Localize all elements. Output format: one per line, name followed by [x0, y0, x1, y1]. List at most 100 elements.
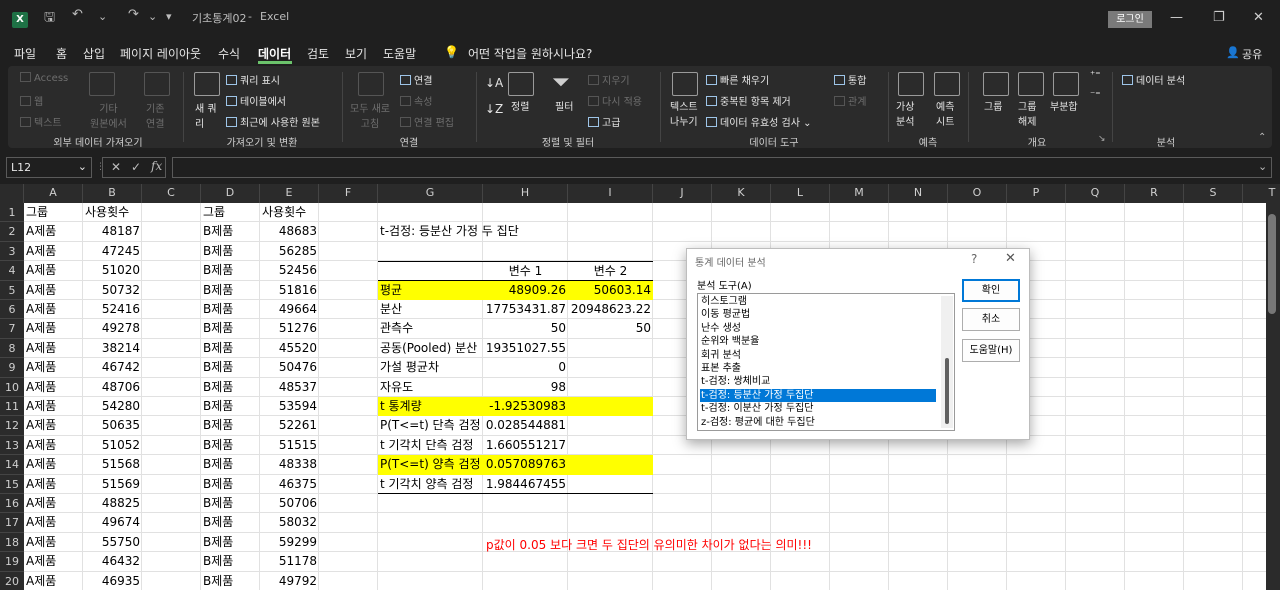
remove-duplicates-button[interactable]: 중복된 항목 제거	[706, 93, 791, 108]
tab-data[interactable]: 데이터	[258, 45, 291, 62]
cell[interactable]	[1184, 494, 1243, 514]
header-group-a[interactable]: 그룹	[24, 203, 83, 222]
cell[interactable]	[1066, 203, 1125, 223]
cell[interactable]	[319, 552, 378, 572]
ttest-row-var2[interactable]	[568, 475, 653, 494]
cell[interactable]	[568, 513, 653, 533]
group-b-label[interactable]: B제품	[201, 475, 260, 494]
edit-links-button[interactable]: 연결 편집	[400, 114, 454, 129]
ttest-row-label[interactable]: t 기각치 단측 검정	[378, 436, 483, 455]
cell[interactable]	[378, 571, 483, 590]
cell[interactable]	[142, 280, 201, 300]
ttest-row-var2[interactable]: 20948623.22	[568, 300, 653, 319]
cell[interactable]	[483, 513, 568, 533]
analysis-tool-item[interactable]: 회귀 분석	[700, 349, 936, 362]
cell[interactable]	[1125, 552, 1184, 572]
cell[interactable]	[319, 455, 378, 475]
show-detail-icon[interactable]: ⁺⁼	[1090, 70, 1101, 81]
group-b-label[interactable]: B제품	[201, 339, 260, 358]
cell[interactable]	[142, 222, 201, 242]
row-header-4[interactable]: 4	[0, 261, 24, 281]
cell[interactable]	[568, 571, 653, 590]
ttest-row-label[interactable]: t 통계량	[378, 397, 483, 417]
connections-button[interactable]: 연결	[400, 72, 432, 87]
cell[interactable]	[319, 532, 378, 553]
cell[interactable]	[771, 222, 830, 242]
analysis-tool-item[interactable]: t-검정: 쌍체비교	[700, 375, 936, 388]
column-header-h[interactable]: H	[483, 184, 568, 203]
cell[interactable]	[1007, 571, 1066, 590]
cell[interactable]	[319, 397, 378, 417]
ttest-row-label[interactable]: 공동(Pooled) 분산	[378, 339, 483, 358]
web-button[interactable]: 웹	[20, 93, 43, 108]
row-header-19[interactable]: 19	[0, 552, 24, 572]
cell[interactable]	[1125, 280, 1184, 300]
recent-sources-button[interactable]: 최근에 사용한 원본	[226, 114, 320, 129]
header-group-b[interactable]: 그룹	[201, 203, 260, 222]
cell[interactable]	[378, 513, 483, 533]
cell[interactable]	[1184, 532, 1243, 553]
cell[interactable]	[1066, 474, 1125, 494]
group-b-value[interactable]: 51276	[260, 319, 319, 338]
group-a-label[interactable]: A제품	[24, 339, 83, 358]
cell[interactable]	[948, 552, 1007, 572]
ttest-row-var2[interactable]	[568, 378, 653, 397]
tab-help[interactable]: 도움말	[383, 45, 416, 62]
cell[interactable]	[378, 532, 483, 553]
cell[interactable]	[1066, 319, 1125, 339]
column-header-g[interactable]: G	[378, 184, 483, 203]
cell[interactable]	[712, 494, 771, 514]
group-a-value[interactable]: 38214	[83, 339, 142, 358]
cell[interactable]	[1066, 338, 1125, 359]
cell[interactable]	[568, 241, 653, 262]
undo-icon[interactable]: ↶	[72, 7, 83, 22]
column-header-k[interactable]: K	[712, 184, 771, 203]
ttest-row-var1[interactable]: 1.660551217	[483, 436, 568, 455]
cell[interactable]	[142, 241, 201, 262]
cell[interactable]	[1066, 397, 1125, 417]
group-b-label[interactable]: B제품	[201, 281, 260, 300]
row-header-7[interactable]: 7	[0, 319, 24, 339]
cell[interactable]	[771, 203, 830, 223]
cell[interactable]	[1066, 532, 1125, 553]
cell[interactable]	[483, 494, 568, 514]
tab-review[interactable]: 검토	[307, 45, 329, 62]
group-button[interactable]: 그룹	[984, 98, 1002, 113]
cell[interactable]	[1125, 494, 1184, 514]
cell[interactable]	[378, 241, 483, 262]
row-header-13[interactable]: 13	[0, 435, 24, 456]
cell[interactable]	[142, 377, 201, 397]
cell[interactable]	[319, 261, 378, 281]
group-b-label[interactable]: B제품	[201, 222, 260, 241]
cell[interactable]	[1184, 280, 1243, 300]
group-a-label[interactable]: A제품	[24, 261, 83, 280]
flash-fill-button[interactable]: 빠른 채우기	[706, 72, 769, 87]
cell[interactable]	[712, 552, 771, 572]
group-a-value[interactable]: 51052	[83, 436, 142, 455]
group-b-label[interactable]: B제품	[201, 533, 260, 552]
refresh-all-button[interactable]: 모두 새로 고침	[350, 100, 390, 130]
cell[interactable]	[1066, 261, 1125, 281]
close-icon[interactable]: ✕	[1253, 10, 1264, 25]
column-header-c[interactable]: C	[142, 184, 201, 203]
cell[interactable]	[1125, 455, 1184, 475]
cell[interactable]	[568, 552, 653, 572]
group-a-value[interactable]: 55750	[83, 533, 142, 552]
cell[interactable]	[1066, 552, 1125, 572]
row-header-14[interactable]: 14	[0, 455, 24, 475]
cell[interactable]	[830, 222, 889, 242]
group-a-label[interactable]: A제품	[24, 436, 83, 455]
cell[interactable]	[1184, 203, 1243, 223]
new-query-button[interactable]: 새 쿼 리	[195, 100, 217, 130]
cell[interactable]	[1125, 571, 1184, 590]
ttest-row-var1[interactable]: 19351027.55	[483, 339, 568, 358]
column-header-p[interactable]: P	[1007, 184, 1066, 203]
cell[interactable]	[1066, 241, 1125, 262]
ttest-row-label[interactable]: 관측수	[378, 319, 483, 338]
cell[interactable]	[771, 494, 830, 514]
cell[interactable]	[1125, 513, 1184, 533]
subtotal-button[interactable]: 부분합	[1050, 98, 1078, 113]
cell[interactable]	[1184, 261, 1243, 281]
group-a-label[interactable]: A제품	[24, 242, 83, 261]
analysis-tool-item[interactable]: 표본 추출	[700, 362, 936, 375]
